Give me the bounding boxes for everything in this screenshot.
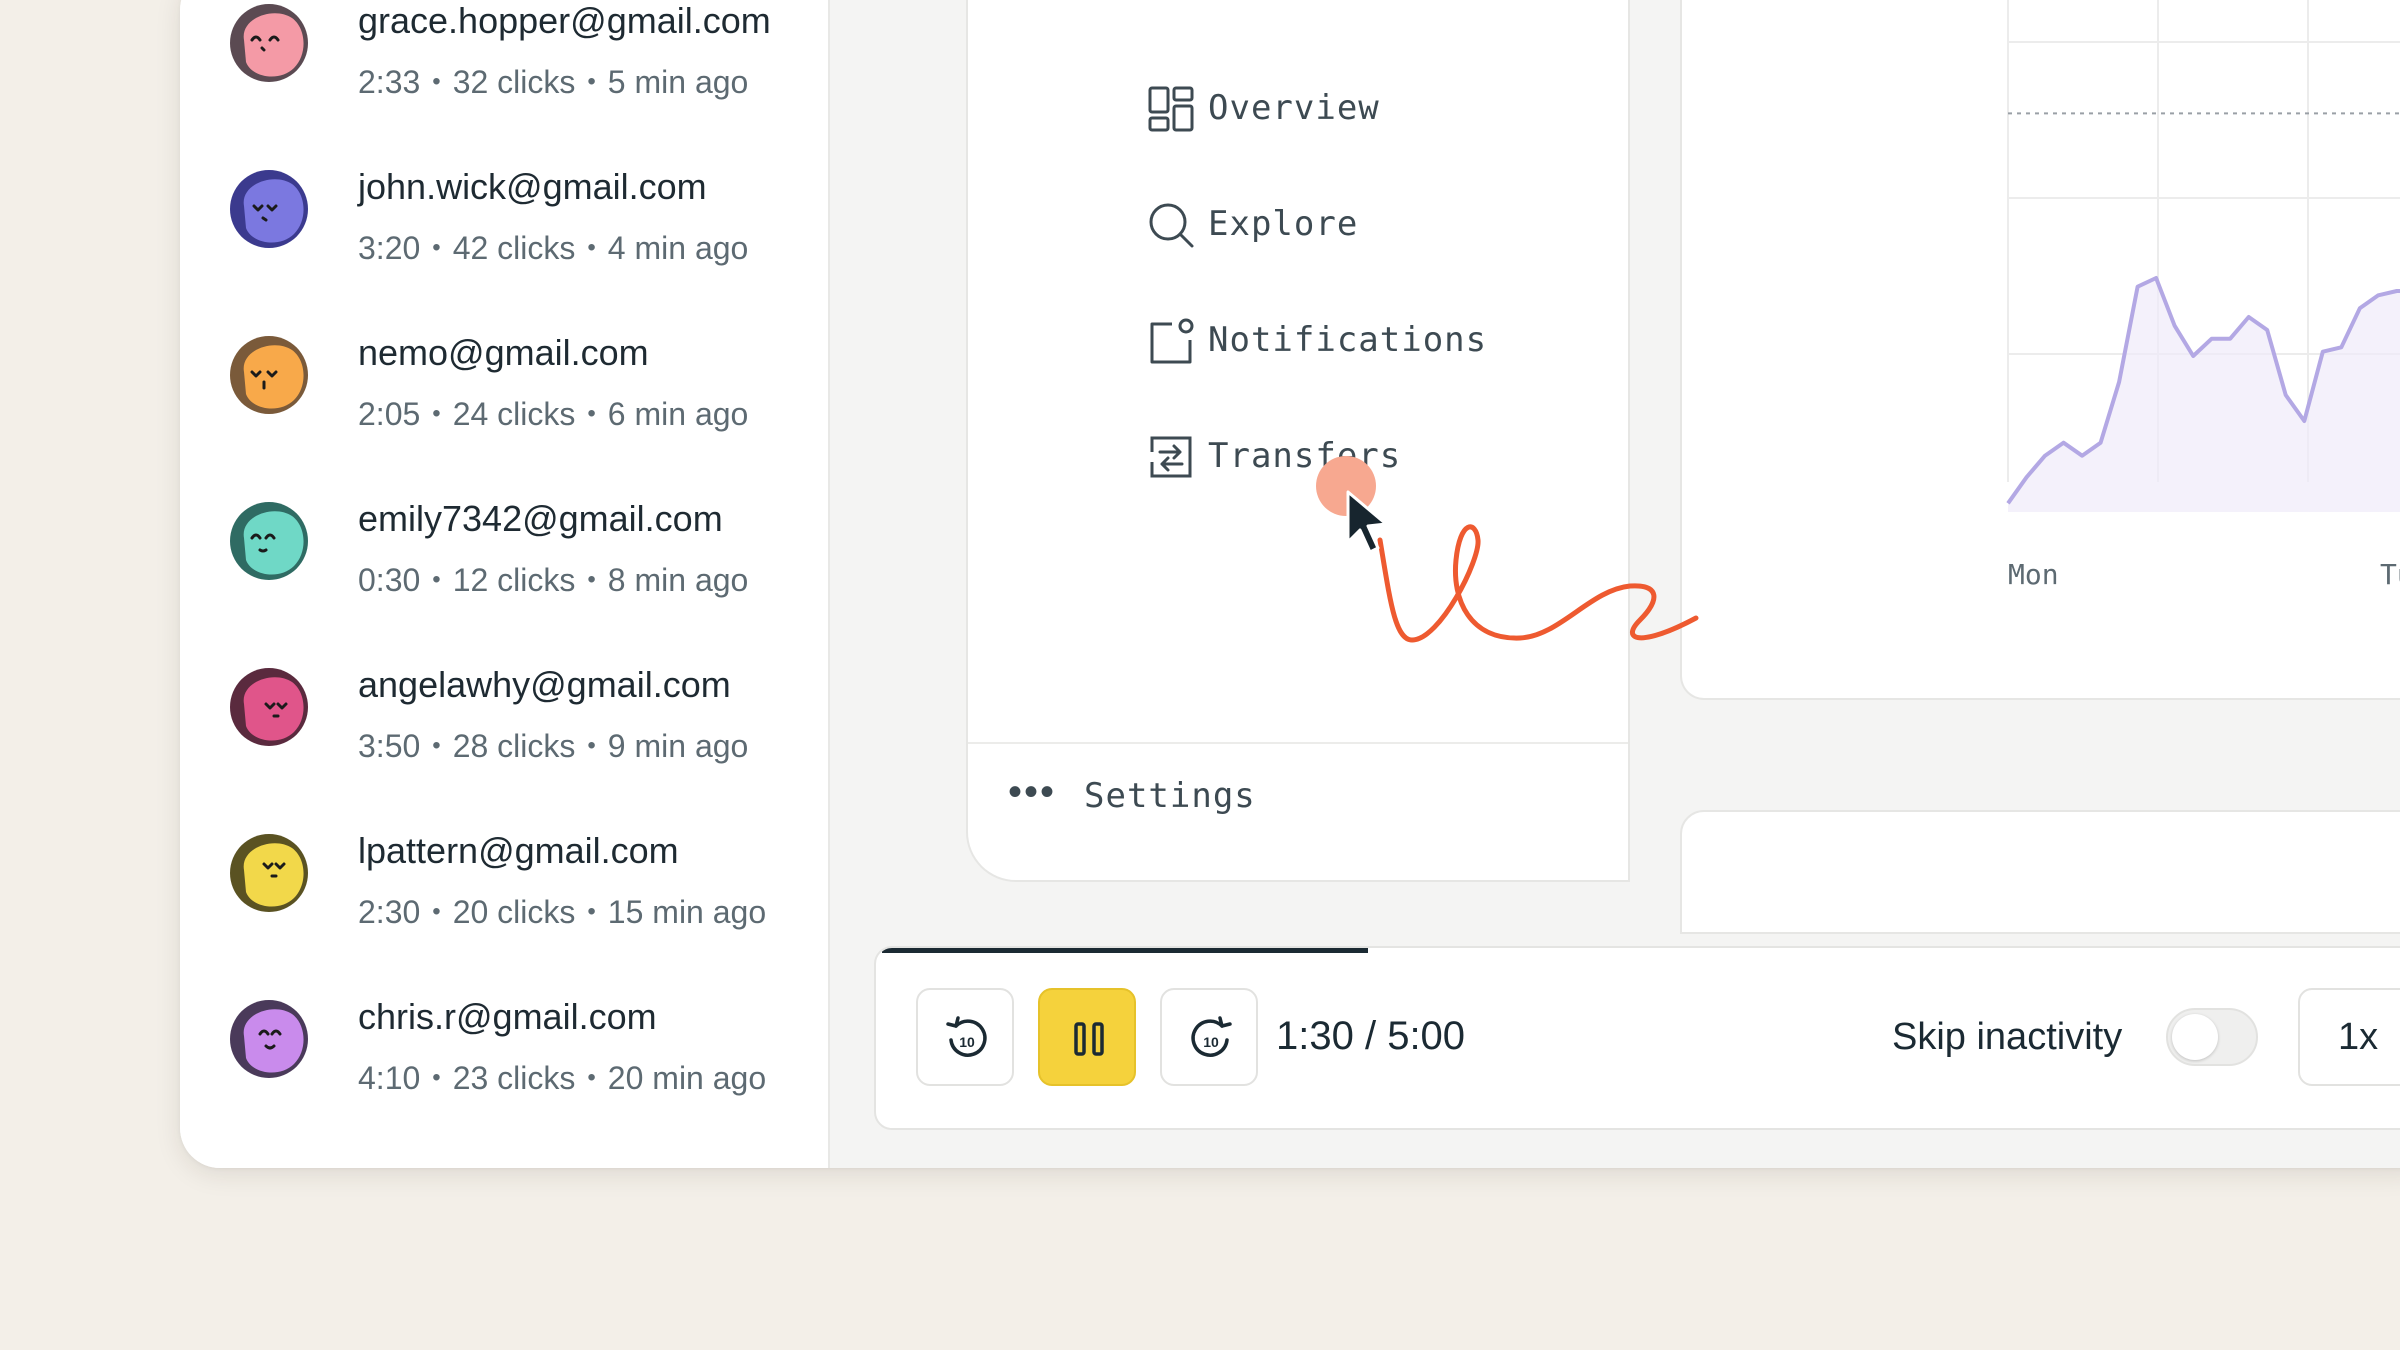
progress-fill (882, 948, 1368, 953)
secondary-card (1680, 810, 2400, 934)
nav-label-transfers: Transfers (1208, 436, 1402, 476)
nav-divider (968, 742, 1628, 744)
session-duration: 0:30 (358, 562, 421, 598)
pause-icon (1074, 1022, 1104, 1056)
yellow-face-icon (230, 834, 308, 912)
session-email: grace.hopper@gmail.com (358, 0, 771, 41)
speed-value: 1x (2338, 1016, 2379, 1058)
session-meta: 4:10 • 23 clicks • 20 min ago (358, 1060, 767, 1096)
session-duration: 3:50 (358, 728, 421, 764)
orange-face-icon (230, 336, 308, 414)
session-item[interactable]: john.wick@gmail.com 3:20 • 42 clicks • 4 min … (230, 164, 830, 304)
magenta-face-icon (230, 668, 308, 746)
session-clicks: 20 clicks (452, 894, 576, 930)
session-email: emily7342@gmail.com (358, 498, 723, 539)
session-email: nemo@gmail.com (358, 332, 649, 373)
nav-label-settings: Settings (1084, 776, 1256, 816)
x-tick-label: Mon (2008, 558, 2059, 591)
playback-controls: 10 10 1:30 / 5:00 Skip inactivity 1x (874, 946, 2400, 1130)
activity-chart: Mon Tues (1680, 0, 2400, 700)
session-duration: 3:20 (358, 230, 421, 266)
dashboard-grid-icon (1148, 86, 1194, 132)
session-time-ago: 20 min ago (607, 1060, 767, 1096)
notification-icon (1150, 318, 1194, 364)
session-meta: 0:30 • 12 clicks • 8 min ago (358, 562, 749, 598)
session-item[interactable]: angelawhy@gmail.com 3:50 • 28 clicks • 9 min … (230, 662, 830, 802)
transfer-icon (1150, 436, 1192, 478)
session-time-ago: 5 min ago (607, 64, 749, 100)
session-clicks: 23 clicks (452, 1060, 576, 1096)
session-time-ago: 4 min ago (607, 230, 749, 266)
nav-label-notifications: Notifications (1208, 320, 1488, 360)
teal-face-icon (230, 502, 308, 580)
x-tick-label: Tues (2380, 558, 2400, 591)
session-duration: 2:33 (358, 64, 421, 100)
more-dots-icon: ••• (1008, 770, 1057, 814)
session-clicks: 32 clicks (452, 64, 576, 100)
purple-face-icon (230, 170, 308, 248)
line-chart: Mon Tues (2006, 0, 2400, 591)
session-meta: 3:50 • 28 clicks • 9 min ago (358, 728, 749, 764)
rewind-10-button[interactable]: 10 (916, 988, 1014, 1086)
forward-10-button[interactable]: 10 (1160, 988, 1258, 1086)
toggle-knob (2172, 1014, 2218, 1060)
skip-inactivity-toggle[interactable] (2166, 1008, 2258, 1066)
session-email: angelawhy@gmail.com (358, 664, 731, 705)
playback-speed-select[interactable]: 1x (2298, 988, 2400, 1086)
session-item[interactable]: grace.hopper@gmail.com 2:33 • 32 clicks • 5 m… (230, 0, 830, 138)
session-email: lpattern@gmail.com (358, 830, 679, 871)
session-time-ago: 8 min ago (607, 562, 749, 598)
time-readout: 1:30 / 5:00 (1276, 1014, 1466, 1058)
session-duration: 2:30 (358, 894, 421, 930)
pause-button[interactable] (1038, 988, 1136, 1086)
session-meta: 2:05 • 24 clicks • 6 min ago (358, 396, 749, 432)
forward-10-icon: 10 (1191, 1016, 1232, 1057)
progress-bar[interactable] (882, 948, 2400, 953)
svg-text:10: 10 (1203, 1034, 1219, 1050)
session-clicks: 12 clicks (452, 562, 576, 598)
rewind-10-icon: 10 (946, 1016, 987, 1057)
session-item[interactable]: nemo@gmail.com 2:05 • 24 clicks • 6 min ago (230, 330, 830, 470)
session-list: grace.hopper@gmail.com 2:33 • 32 clicks • 5 m… (180, 0, 830, 1168)
session-item[interactable]: chris.r@gmail.com 4:10 • 23 clicks • 20 min a… (230, 994, 830, 1134)
session-duration: 2:05 (358, 396, 421, 432)
session-time-ago: 6 min ago (607, 396, 749, 432)
session-clicks: 24 clicks (452, 396, 576, 432)
nav-label-overview: Overview (1208, 88, 1380, 128)
svg-text:10: 10 (959, 1034, 975, 1050)
session-clicks: 42 clicks (452, 230, 576, 266)
series-area (2008, 278, 2400, 512)
session-meta: 2:33 • 32 clicks • 5 min ago (358, 64, 749, 100)
session-item[interactable]: lpattern@gmail.com 2:30 • 20 clicks • 15 min … (230, 828, 830, 968)
nav-label-explore: Explore (1208, 204, 1359, 244)
search-icon (1149, 203, 1194, 248)
pink-face-icon (230, 4, 308, 82)
navigation-menu: Overview Explore Notifications Transfers (966, 0, 1630, 882)
session-duration: 4:10 (358, 1060, 421, 1096)
session-item[interactable]: emily7342@gmail.com 0:30 • 12 clicks • 8 min … (230, 496, 830, 636)
lavender-face-icon (230, 1000, 308, 1078)
session-meta: 2:30 • 20 clicks • 15 min ago (358, 894, 767, 930)
session-clicks: 28 clicks (452, 728, 576, 764)
skip-inactivity-label: Skip inactivity (1892, 1016, 2123, 1058)
app-window: grace.hopper@gmail.com 2:33 • 32 clicks • 5 m… (180, 0, 2400, 1168)
session-time-ago: 9 min ago (607, 728, 749, 764)
session-email: john.wick@gmail.com (358, 166, 707, 207)
session-meta: 3:20 • 42 clicks • 4 min ago (358, 230, 749, 266)
session-email: chris.r@gmail.com (358, 996, 657, 1037)
session-time-ago: 15 min ago (607, 894, 767, 930)
